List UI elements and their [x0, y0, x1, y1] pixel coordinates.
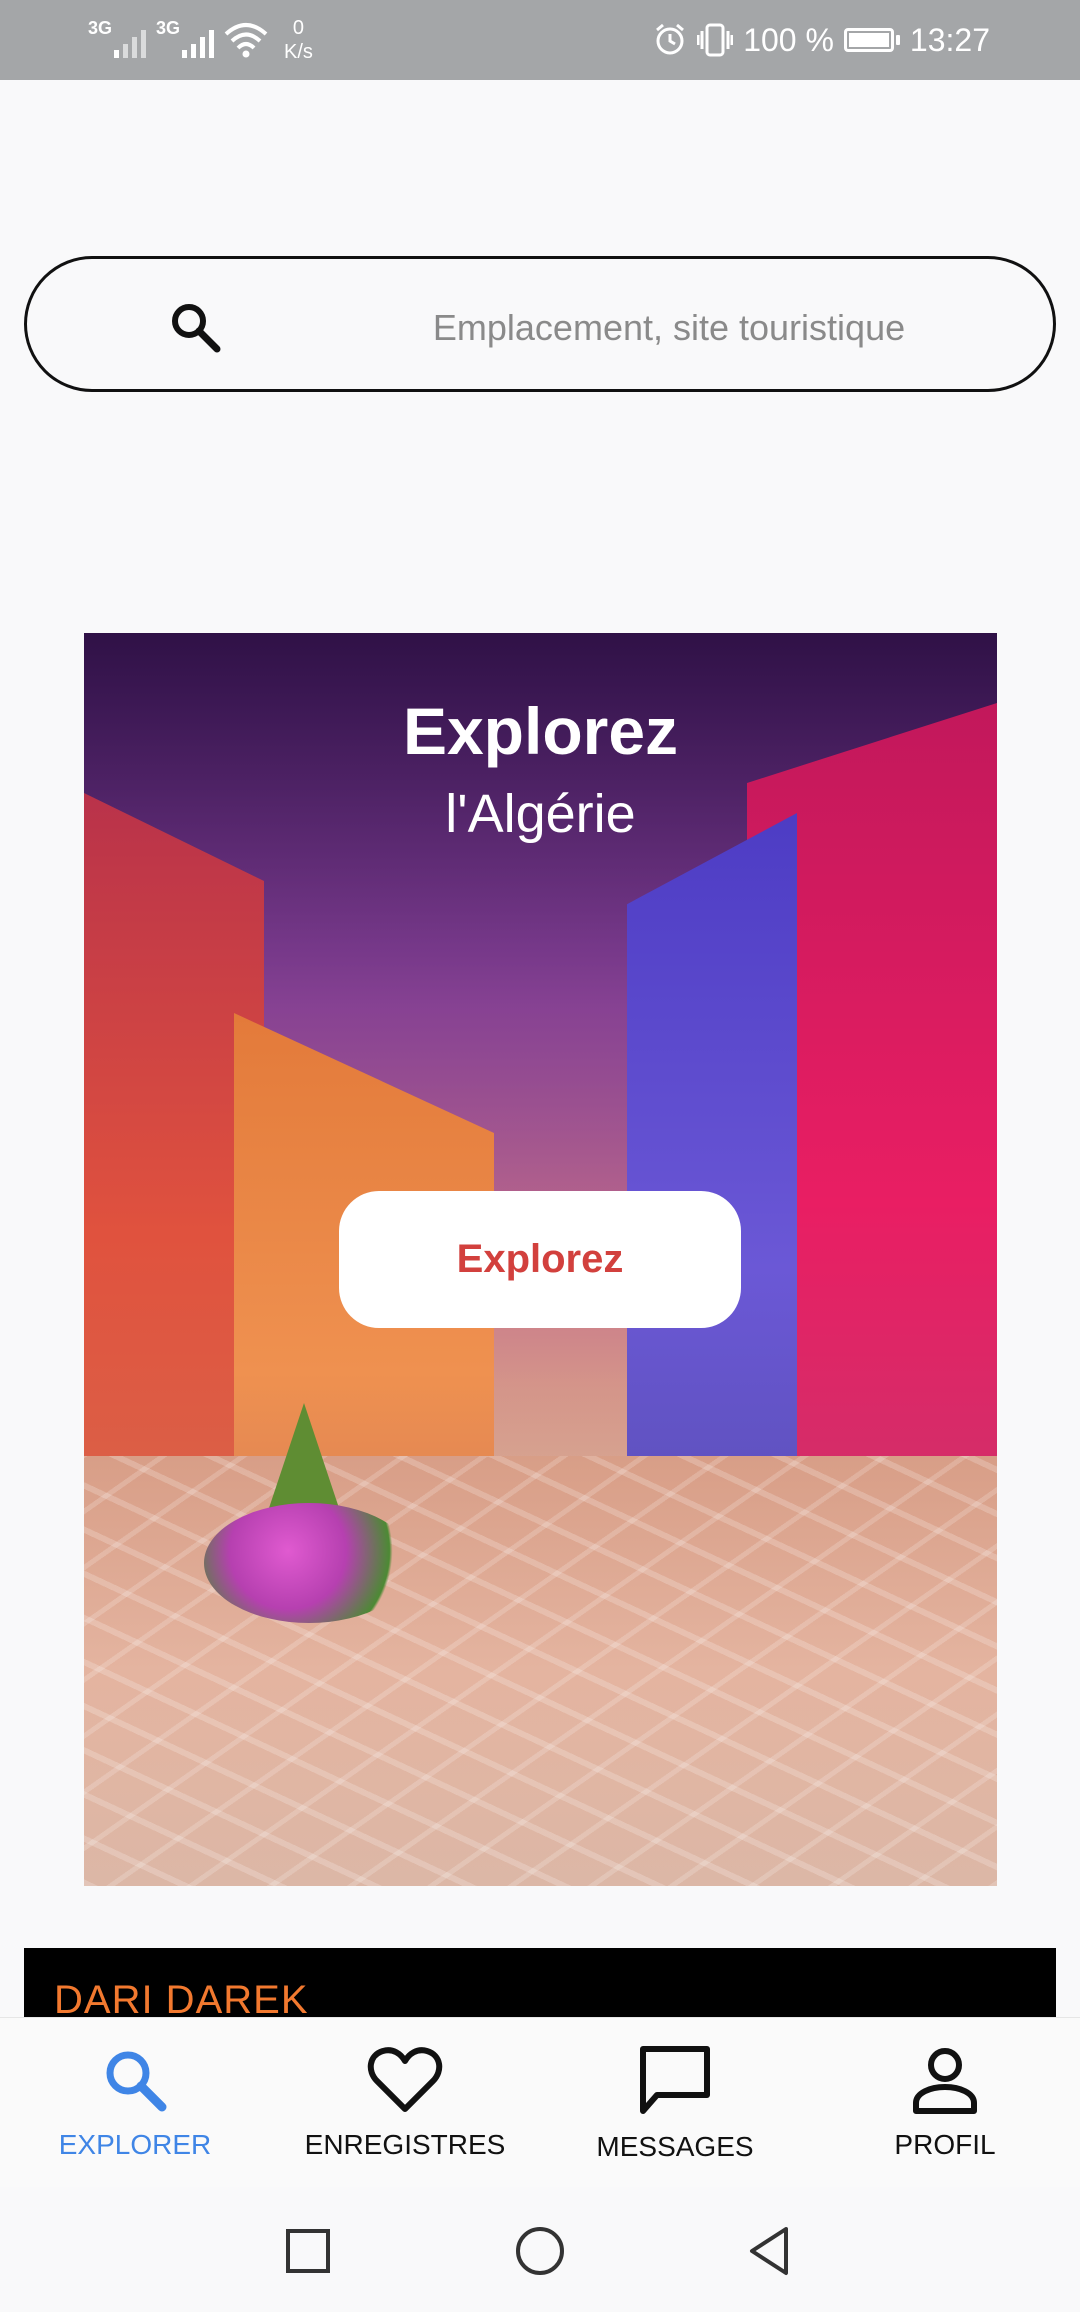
user-icon — [913, 2048, 977, 2114]
tab-enregistres[interactable]: ENREGISTRES — [270, 2018, 540, 2188]
back-icon[interactable] — [740, 2221, 800, 2281]
tab-label: ENREGISTRES — [304, 2129, 506, 2160]
speed-unit: K/s — [284, 41, 313, 63]
signal-bars-icon — [182, 30, 214, 58]
hero-subtitle: l'Algérie — [445, 784, 636, 844]
signal-1: 3G — [88, 18, 148, 62]
network-type-1: 3G — [88, 18, 113, 38]
signal-2: 3G — [156, 18, 216, 62]
tab-label: MESSAGES — [596, 2131, 754, 2162]
clock: 13:27 — [909, 21, 990, 58]
battery-icon — [843, 28, 900, 52]
hero-card: Explorez l'Algérie Explorez — [84, 633, 997, 1886]
status-left: 3G 3G 0 K/s — [88, 0, 313, 80]
speed-value: 0 — [292, 17, 305, 39]
message-icon — [640, 2046, 710, 2114]
section-header: DARI DAREK — [24, 1948, 1056, 2022]
home-icon[interactable] — [510, 2221, 570, 2281]
search-input[interactable] — [327, 289, 1011, 367]
status-right: 100 % 13:27 — [653, 0, 990, 80]
recent-apps-icon[interactable] — [278, 2221, 338, 2281]
signal-bars-icon — [114, 30, 146, 58]
search-icon — [106, 2051, 167, 2112]
search-bar[interactable] — [24, 256, 1056, 392]
alarm-icon — [656, 23, 685, 55]
tab-profil[interactable]: PROFIL — [810, 2018, 1080, 2188]
status-bar: 3G 3G 0 K/s 100 % 13:27 — [0, 0, 1080, 80]
hero-image-street — [84, 1456, 997, 1886]
tab-label: EXPLORER — [58, 2129, 212, 2160]
hero-image-flowers — [204, 1503, 414, 1623]
network-type-2: 3G — [156, 18, 181, 38]
network-speed: 0 K/s — [284, 16, 313, 64]
system-navigation — [0, 2187, 1080, 2312]
battery-percentage: 100 % — [743, 21, 834, 58]
bottom-navigation: EXPLORER ENREGISTRES MESSAGES PROFIL — [0, 2017, 1080, 2188]
explore-button[interactable]: Explorez — [339, 1191, 741, 1328]
wifi-icon — [224, 23, 268, 58]
tab-messages[interactable]: MESSAGES — [540, 2018, 810, 2188]
tab-explorer[interactable]: EXPLORER — [0, 2018, 270, 2188]
search-icon[interactable] — [167, 299, 223, 355]
heart-icon — [367, 2047, 443, 2112]
tab-label: PROFIL — [894, 2129, 996, 2160]
vibrate-icon — [697, 23, 734, 57]
hero-title: Explorez — [402, 694, 679, 768]
